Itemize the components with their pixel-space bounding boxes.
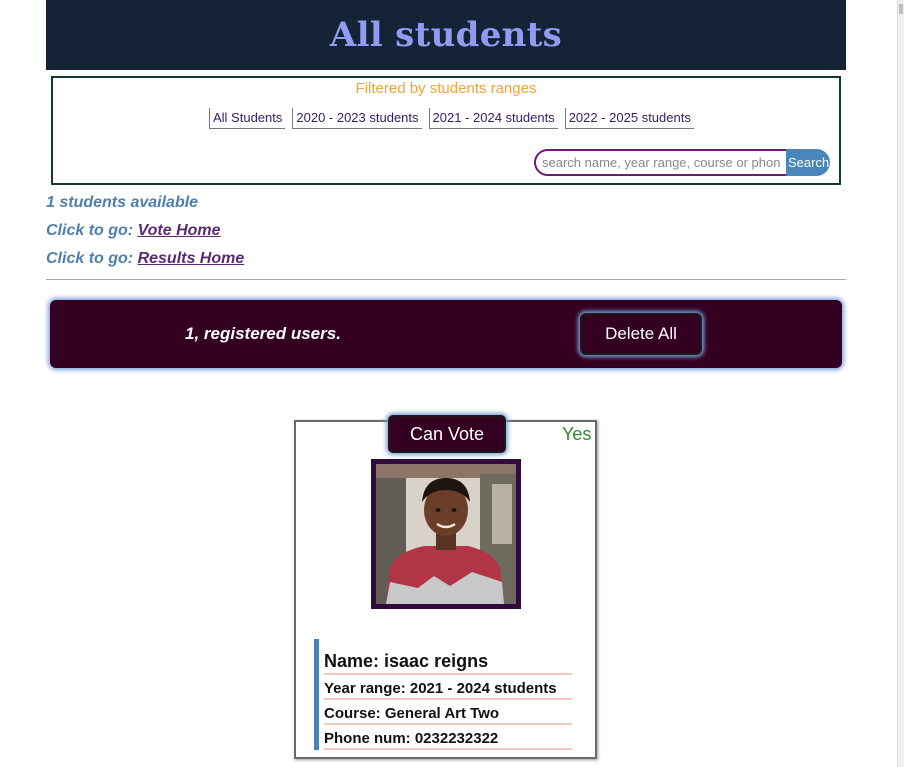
click-to-go-label: Click to go:	[46, 222, 134, 239]
student-phone: Phone num: 0232232322	[324, 725, 572, 750]
student-course: Course: General Art Two	[324, 700, 572, 725]
range-link-2021-2024[interactable]: 2021 - 2024 students	[428, 108, 558, 129]
page-title: All students	[329, 15, 563, 55]
range-link-2022-2025[interactable]: 2022 - 2025 students	[564, 108, 694, 129]
search-input[interactable]	[534, 149, 786, 176]
vote-home-line: Click to go: Vote Home	[46, 222, 221, 240]
student-name: Name: isaac reigns	[324, 639, 572, 675]
scrollbar-thumb[interactable]	[899, 4, 903, 14]
divider	[46, 279, 846, 280]
student-year-range: Year range: 2021 - 2024 students	[324, 675, 572, 700]
student-details: Name: isaac reigns Year range: 2021 - 20…	[314, 639, 582, 750]
scrollbar[interactable]	[897, 0, 904, 767]
search-bar: Search	[534, 149, 834, 176]
student-photo-image	[376, 464, 516, 604]
filter-panel: Filtered by students ranges All Students…	[51, 76, 841, 185]
student-card: Can Vote Yes Name: isaac reigns Year ran…	[294, 415, 597, 759]
page-header: All students	[46, 0, 846, 70]
can-vote-status: Yes	[562, 424, 592, 444]
delete-all-button[interactable]: Delete All	[580, 313, 702, 355]
vote-home-link[interactable]: Vote Home	[138, 222, 221, 239]
range-link-all-students[interactable]: All Students	[209, 108, 286, 129]
search-button[interactable]: Search	[786, 149, 830, 176]
click-to-go-label: Click to go:	[46, 250, 134, 267]
registered-users-count: 1, registered users.	[185, 324, 341, 343]
filter-title: Filtered by students ranges	[355, 80, 537, 97]
student-photo	[371, 459, 521, 609]
range-filter-links: All Students 2020 - 2023 students 2021 -…	[209, 108, 694, 129]
page: All students Filtered by students ranges…	[0, 0, 904, 767]
registered-users-banner: 1, registered users. Delete All	[50, 300, 842, 368]
range-link-2020-2023[interactable]: 2020 - 2023 students	[292, 108, 422, 129]
results-home-line: Click to go: Results Home	[46, 250, 244, 268]
can-vote-button[interactable]: Can Vote	[388, 415, 506, 453]
results-home-link[interactable]: Results Home	[138, 250, 245, 267]
students-available-count: 1 students available	[46, 194, 199, 211]
